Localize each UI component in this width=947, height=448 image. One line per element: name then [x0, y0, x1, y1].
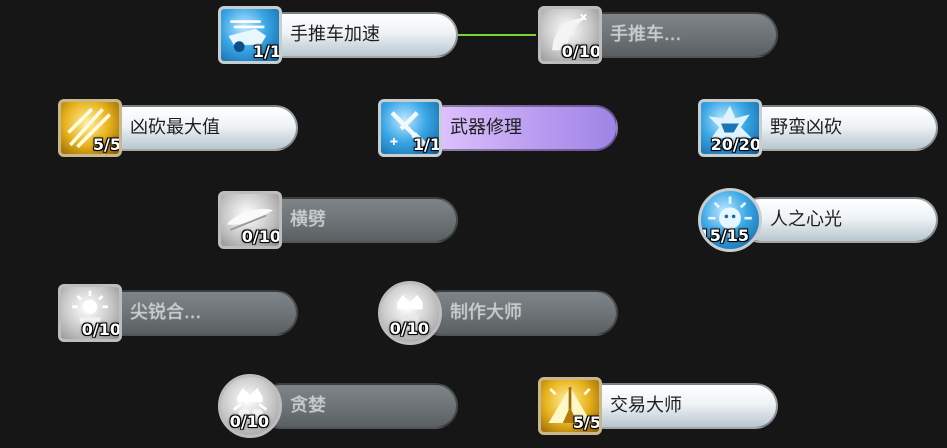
horizontal-slash-icon: 0/10	[218, 191, 282, 249]
heart-light-icon: 15/15	[698, 188, 762, 252]
crafting-master-icon: 0/10	[378, 281, 442, 345]
skill-level-count: 15/15	[698, 226, 749, 245]
skill-level-count: 0/10	[81, 320, 121, 339]
skill-level-count: 20/20	[710, 135, 761, 154]
barbaric-slash-icon: 20/20	[698, 99, 762, 157]
skill-bar	[258, 197, 458, 243]
skill-cart[interactable]: 0/10 手推车...	[538, 6, 778, 64]
slash-max-icon: 5/5	[58, 99, 122, 157]
sharp-synthesis-icon: 0/10	[58, 284, 122, 342]
skill-level-count: 1/1	[412, 135, 441, 154]
skill-level-count: 0/10	[241, 227, 281, 246]
skill-sharp-synthesis[interactable]: 0/10 尖锐合...	[58, 284, 298, 342]
greed-icon: 0/10	[218, 374, 282, 438]
skill-label: 贪婪	[290, 395, 326, 416]
skill-slash-max[interactable]: 5/5 凶砍最大值	[58, 99, 298, 157]
skill-barbaric-slash[interactable]: 20/20 野蛮凶砍	[698, 99, 938, 157]
skill-connector-line	[456, 34, 536, 36]
skill-crafting-master[interactable]: 0/10 制作大师	[378, 281, 618, 345]
skill-label: 尖锐合...	[130, 302, 202, 323]
skill-label: 凶砍最大值	[130, 117, 220, 138]
skill-greed[interactable]: 0/10 贪婪	[218, 374, 458, 438]
skill-trade-master[interactable]: 5/5 交易大师	[538, 377, 778, 435]
trade-master-icon: 5/5	[538, 377, 602, 435]
skill-label: 手推车加速	[290, 24, 380, 45]
skill-label: 交易大师	[610, 395, 682, 416]
skill-cart-speed[interactable]: 1/1 手推车加速	[218, 6, 458, 64]
skill-label: 手推车...	[610, 24, 682, 45]
skill-label: 横劈	[290, 209, 326, 230]
skill-label: 制作大师	[450, 302, 522, 323]
skill-label: 野蛮凶砍	[770, 117, 842, 138]
skill-label: 武器修理	[450, 117, 522, 138]
skill-level-count: 1/1	[252, 42, 281, 61]
skill-bar	[258, 383, 458, 429]
weapon-repair-icon: 1/1	[378, 99, 442, 157]
skill-label: 人之心光	[770, 209, 842, 230]
skill-level-count: 0/10	[389, 319, 429, 338]
skill-level-count: 0/10	[561, 42, 601, 61]
skill-level-count: 5/5	[92, 135, 121, 154]
skill-level-count: 0/10	[229, 412, 269, 431]
skill-level-count: 5/5	[572, 413, 601, 432]
skill-horizontal-slash[interactable]: 0/10 横劈	[218, 191, 458, 249]
cart-icon: 0/10	[538, 6, 602, 64]
cart-speed-icon: 1/1	[218, 6, 282, 64]
skill-heart-light[interactable]: 15/15 人之心光	[698, 188, 938, 252]
skill-weapon-repair[interactable]: 1/1 武器修理	[378, 99, 618, 157]
